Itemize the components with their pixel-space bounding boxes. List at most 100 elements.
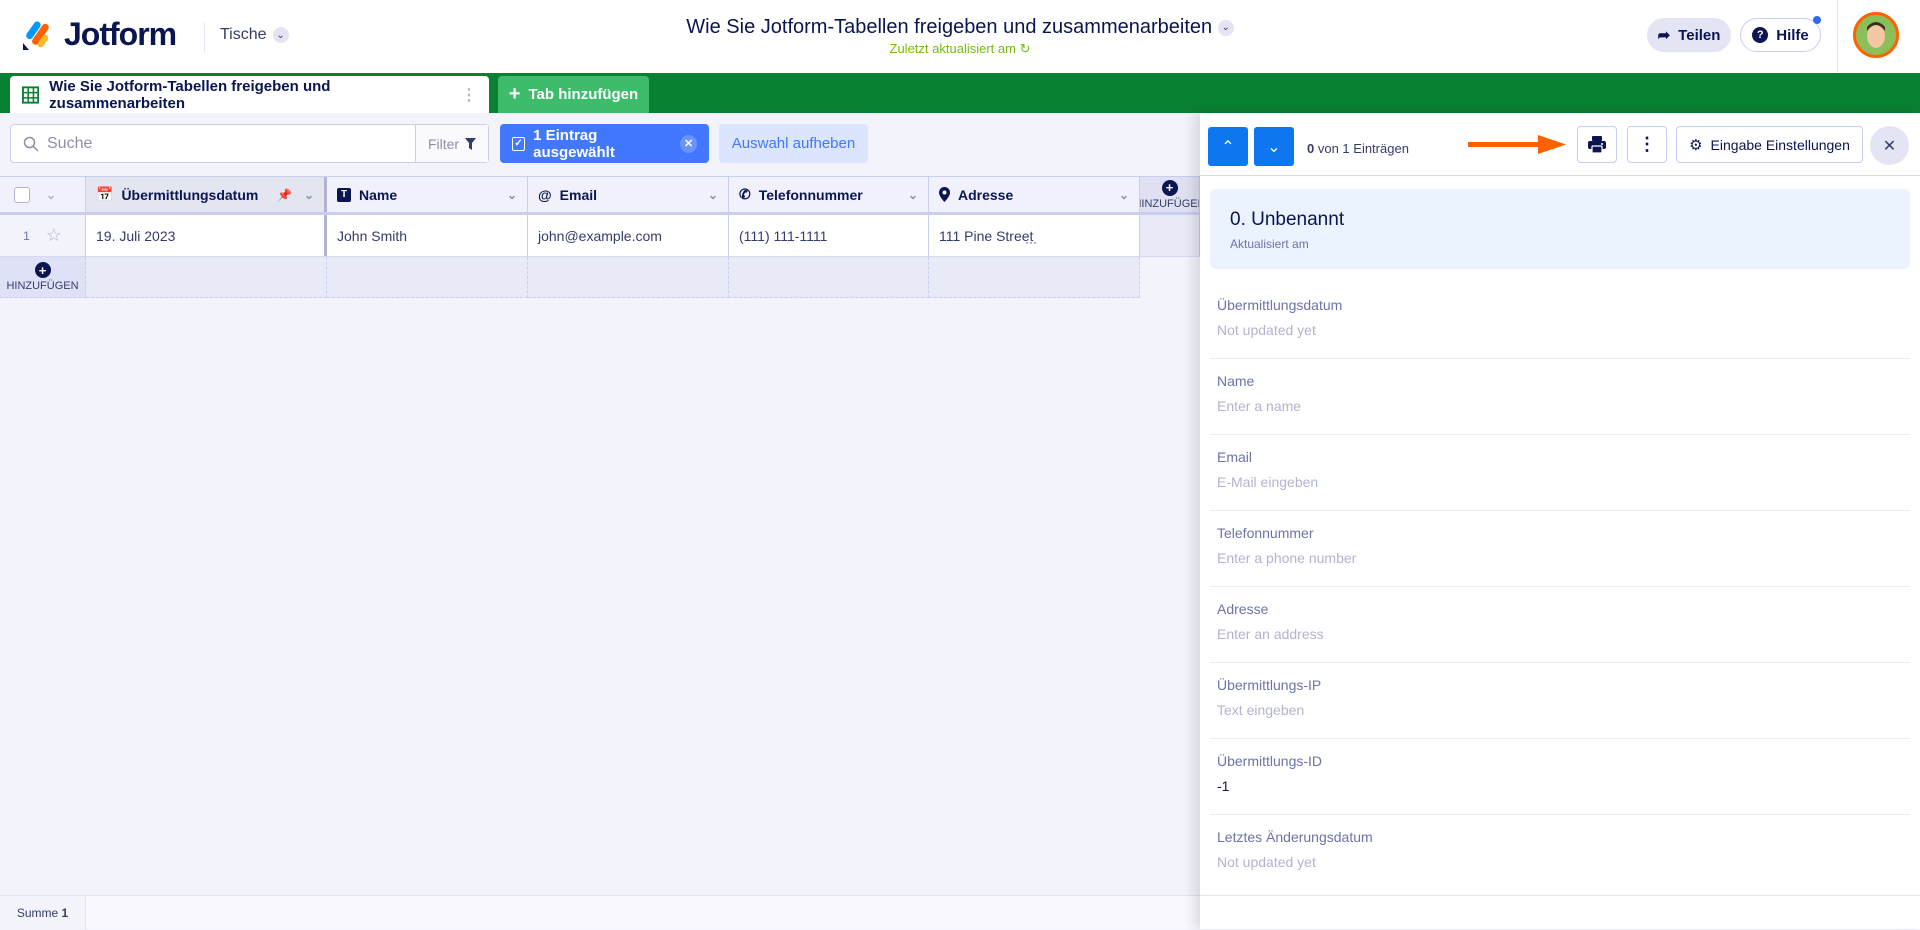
record-detail-panel: ⌃ ⌄ 0 von 1 Einträgen bbox=[1200, 113, 1920, 929]
top-header: Jotform Tische ⌄ Wie Sie Jotform-Tabelle… bbox=[0, 0, 1920, 73]
table-footer: Summe 1 bbox=[0, 895, 1200, 930]
table-row[interactable]: 1 ☆ 19. Juli 2023 John Smith john@exampl… bbox=[0, 215, 1200, 257]
vertical-dots-icon: ⋮ bbox=[1638, 134, 1656, 154]
record-counter: 0 von 1 Einträgen bbox=[1307, 141, 1409, 156]
search-placeholder: Suche bbox=[47, 134, 93, 152]
location-pin-icon bbox=[939, 187, 950, 202]
search-icon bbox=[23, 136, 39, 152]
empty-cell bbox=[528, 257, 729, 298]
text-type-icon: T bbox=[337, 187, 351, 202]
empty-cell bbox=[327, 257, 528, 298]
cell-address[interactable]: 111 Pine Street ··· bbox=[929, 215, 1140, 256]
add-row-button[interactable]: + HINZUFÜGEN bbox=[0, 257, 86, 298]
column-label: Übermittlungsdatum bbox=[121, 186, 259, 203]
pin-icon[interactable]: 📌 bbox=[277, 188, 292, 202]
close-panel-button[interactable]: ✕ bbox=[1870, 126, 1909, 165]
print-button[interactable] bbox=[1577, 126, 1617, 163]
chevron-down-icon[interactable]: ⌄ bbox=[304, 188, 314, 202]
select-all-checkbox[interactable] bbox=[14, 186, 30, 203]
column-header-address[interactable]: Adresse ⌄ bbox=[929, 177, 1140, 212]
selected-entries-badge[interactable]: ✓ 1 Eintrag ausgewählt ✕ bbox=[500, 124, 709, 163]
next-record-button[interactable]: ⌄ bbox=[1254, 127, 1294, 166]
share-label: Teilen bbox=[1678, 26, 1721, 44]
cell-date[interactable]: 19. Juli 2023 bbox=[86, 215, 327, 256]
add-tab-label: Tab hinzufügen bbox=[528, 86, 639, 103]
last-updated: Zuletzt aktualisiert am ↻ bbox=[0, 41, 1920, 57]
chevron-up-icon: ⌃ bbox=[1221, 138, 1235, 156]
add-column-label: HINZUFÜGEN bbox=[1140, 197, 1199, 210]
add-tab-button[interactable]: + Tab hinzufügen bbox=[498, 76, 649, 113]
entry-settings-button[interactable]: ⚙ Eingabe Einstellungen bbox=[1676, 126, 1863, 163]
column-label: Name bbox=[359, 186, 398, 203]
help-icon: ? bbox=[1752, 27, 1769, 43]
row-index-cell: 1 ☆ bbox=[0, 215, 86, 256]
tab-label: Wie Sie Jotform-Tabellen freigeben und z… bbox=[49, 77, 331, 112]
record-counter-value: 0 bbox=[1307, 141, 1315, 156]
last-updated-text: Zuletzt aktualisiert am bbox=[889, 41, 1016, 56]
empty-cell bbox=[86, 257, 327, 298]
star-icon[interactable]: ☆ bbox=[46, 225, 62, 246]
table-grid-icon bbox=[22, 85, 40, 104]
empty-cell bbox=[1140, 215, 1200, 256]
chevron-down-icon[interactable]: ⌄ bbox=[1119, 188, 1129, 202]
column-label: Telefonnummer bbox=[758, 186, 863, 203]
entry-settings-label: Eingabe Einstellungen bbox=[1710, 136, 1850, 153]
column-label: Adresse bbox=[958, 186, 1014, 203]
clear-selection-icon[interactable]: ✕ bbox=[680, 134, 697, 153]
more-options-button[interactable]: ⋮ bbox=[1627, 126, 1667, 163]
sum-count: 1 bbox=[61, 906, 69, 920]
divider bbox=[1837, 0, 1838, 73]
chevron-down-icon: ⌄ bbox=[1267, 138, 1281, 156]
search-input[interactable]: Suche bbox=[11, 135, 415, 153]
avatar[interactable] bbox=[1853, 12, 1899, 58]
share-arrow-icon: ➦ bbox=[1657, 27, 1671, 44]
deselect-button[interactable]: Auswahl aufheben bbox=[719, 124, 868, 163]
phone-icon: ✆ bbox=[739, 186, 751, 202]
select-all-cell: ⌄ bbox=[0, 177, 86, 212]
orange-arrow-annotation bbox=[1468, 135, 1566, 154]
plus-icon: + bbox=[508, 83, 521, 105]
add-row-label: HINZUFÜGEN bbox=[6, 280, 79, 292]
column-header-phone[interactable]: ✆ Telefonnummer ⌄ bbox=[729, 177, 929, 212]
column-header-date[interactable]: 📅 Übermittlungsdatum 📌 ⌄ bbox=[86, 177, 327, 212]
cell-phone[interactable]: (111) 111-1111 bbox=[729, 215, 929, 256]
selected-label: 1 Eintrag ausgewählt bbox=[533, 126, 615, 161]
page-title-text: Wie Sie Jotform-Tabellen freigeben und z… bbox=[686, 16, 1213, 38]
row-number: 1 bbox=[23, 228, 30, 243]
sum-label: Summe bbox=[16, 906, 59, 920]
share-button[interactable]: ➦ Teilen bbox=[1647, 18, 1731, 52]
search-bar: Suche Filter bbox=[10, 124, 489, 163]
calendar-icon: 📅 bbox=[96, 186, 114, 202]
user-face-icon bbox=[1867, 22, 1885, 48]
plus-circle-icon: + bbox=[34, 262, 51, 278]
chevron-down-icon: ⌄ bbox=[1217, 19, 1234, 36]
tab-active-table[interactable]: Wie Sie Jotform-Tabellen freigeben und z… bbox=[10, 76, 489, 113]
notification-dot bbox=[1813, 16, 1821, 24]
filter-button[interactable]: Filter bbox=[415, 125, 488, 162]
column-header-name[interactable]: T Name ⌄ bbox=[327, 177, 528, 212]
column-header-email[interactable]: @ Email ⌄ bbox=[528, 177, 729, 212]
gear-icon: ⚙ bbox=[1689, 136, 1703, 154]
filter-funnel-icon bbox=[465, 137, 477, 150]
empty-cell bbox=[929, 257, 1140, 298]
sum-cell: Summe 1 bbox=[0, 896, 86, 930]
cell-name[interactable]: John Smith bbox=[327, 215, 528, 256]
checkbox-checked-icon: ✓ bbox=[512, 136, 526, 151]
page-title[interactable]: Wie Sie Jotform-Tabellen freigeben und z… bbox=[0, 16, 1920, 39]
chevron-down-icon[interactable]: ⌄ bbox=[507, 188, 517, 202]
chevron-down-icon[interactable]: ⌄ bbox=[908, 188, 918, 202]
cell-address-text: 111 Pine Street bbox=[939, 227, 1034, 244]
cell-email[interactable]: john@example.com bbox=[528, 215, 729, 256]
add-column-button[interactable]: + HINZUFÜGEN bbox=[1140, 177, 1200, 212]
tab-menu-icon[interactable]: ⋮ bbox=[461, 85, 477, 105]
previous-record-button[interactable]: ⌃ bbox=[1208, 127, 1248, 166]
at-sign-icon: @ bbox=[538, 186, 552, 203]
ellipsis-icon[interactable]: ··· bbox=[1025, 235, 1037, 249]
help-button[interactable]: ? Hilfe bbox=[1740, 18, 1821, 52]
chevron-down-icon[interactable]: ⌄ bbox=[708, 188, 718, 202]
record-counter-text: von 1 Einträgen bbox=[1317, 141, 1409, 156]
printer-icon bbox=[1588, 136, 1606, 153]
plus-circle-icon: + bbox=[1161, 179, 1178, 196]
refresh-icon: ↻ bbox=[1019, 41, 1031, 56]
chevron-down-icon[interactable]: ⌄ bbox=[46, 188, 56, 202]
